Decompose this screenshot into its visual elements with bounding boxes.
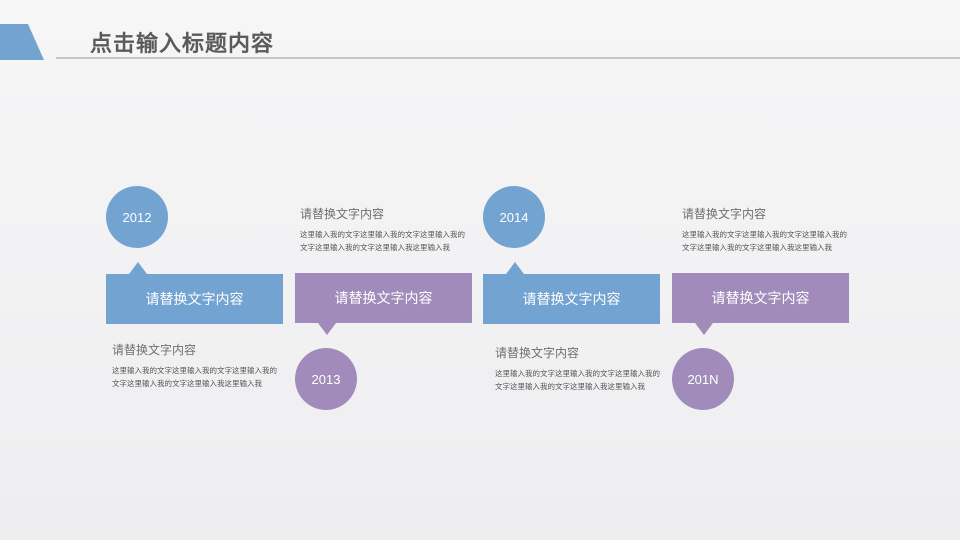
note-2012: 请替换文字内容 这里输入我的文字这里输入我的文字这里输入我的文字这里输入我的文字… [112,341,284,390]
year-circle-201N: 201N [672,348,734,410]
note-2013: 请替换文字内容 这里输入我的文字这里输入我的文字这里输入我的文字这里输入我的文字… [300,205,472,254]
box-label: 请替换文字内容 [711,290,810,306]
note-body: 这里输入我的文字这里输入我的文字这里输入我的文字这里输入我的文字这里输入我这里输… [682,230,847,252]
note-body: 这里输入我的文字这里输入我的文字这里输入我的文字这里输入我的文字这里输入我这里输… [112,366,277,388]
note-heading: 请替换文字内容 [300,207,385,221]
box-label: 请替换文字内容 [334,290,433,306]
year-label: 2012 [122,209,152,225]
note-heading: 请替换文字内容 [682,207,767,221]
title-underline [56,57,960,59]
note-201N: 请替换文字内容 这里输入我的文字这里输入我的文字这里输入我的文字这里输入我的文字… [682,205,854,254]
year-circle-2014: 2014 [483,186,545,248]
year-label: 2013 [311,371,341,387]
note-heading: 请替换文字内容 [495,346,580,360]
year-circle-2013: 2013 [295,348,357,410]
year-label: 2014 [499,209,529,225]
year-circle-2012: 2012 [106,186,168,248]
corner-tab-shape [0,24,44,60]
slide-title[interactable]: 点击输入标题内容 [90,26,274,58]
timeline-box-201N[interactable]: 请替换文字内容 [672,273,849,323]
pointer-up [506,262,524,274]
pointer-down [318,323,336,335]
box-label: 请替换文字内容 [145,291,244,307]
timeline-box-2013[interactable]: 请替换文字内容 [295,273,472,323]
timeline-box-2014[interactable]: 请替换文字内容 [483,274,660,324]
box-label: 请替换文字内容 [522,291,621,307]
year-label: 201N [687,371,719,387]
note-heading: 请替换文字内容 [112,343,197,357]
pointer-down [695,323,713,335]
slide: 点击输入标题内容 2012 请替换文字内容 请替换文字内容 这里输入我的文字这里… [0,0,960,540]
timeline-box-2012[interactable]: 请替换文字内容 [106,274,283,324]
pointer-up [129,262,147,274]
note-2014: 请替换文字内容 这里输入我的文字这里输入我的文字这里输入我的文字这里输入我的文字… [495,344,667,393]
note-body: 这里输入我的文字这里输入我的文字这里输入我的文字这里输入我的文字这里输入我这里输… [300,230,465,252]
note-body: 这里输入我的文字这里输入我的文字这里输入我的文字这里输入我的文字这里输入我这里输… [495,369,660,391]
